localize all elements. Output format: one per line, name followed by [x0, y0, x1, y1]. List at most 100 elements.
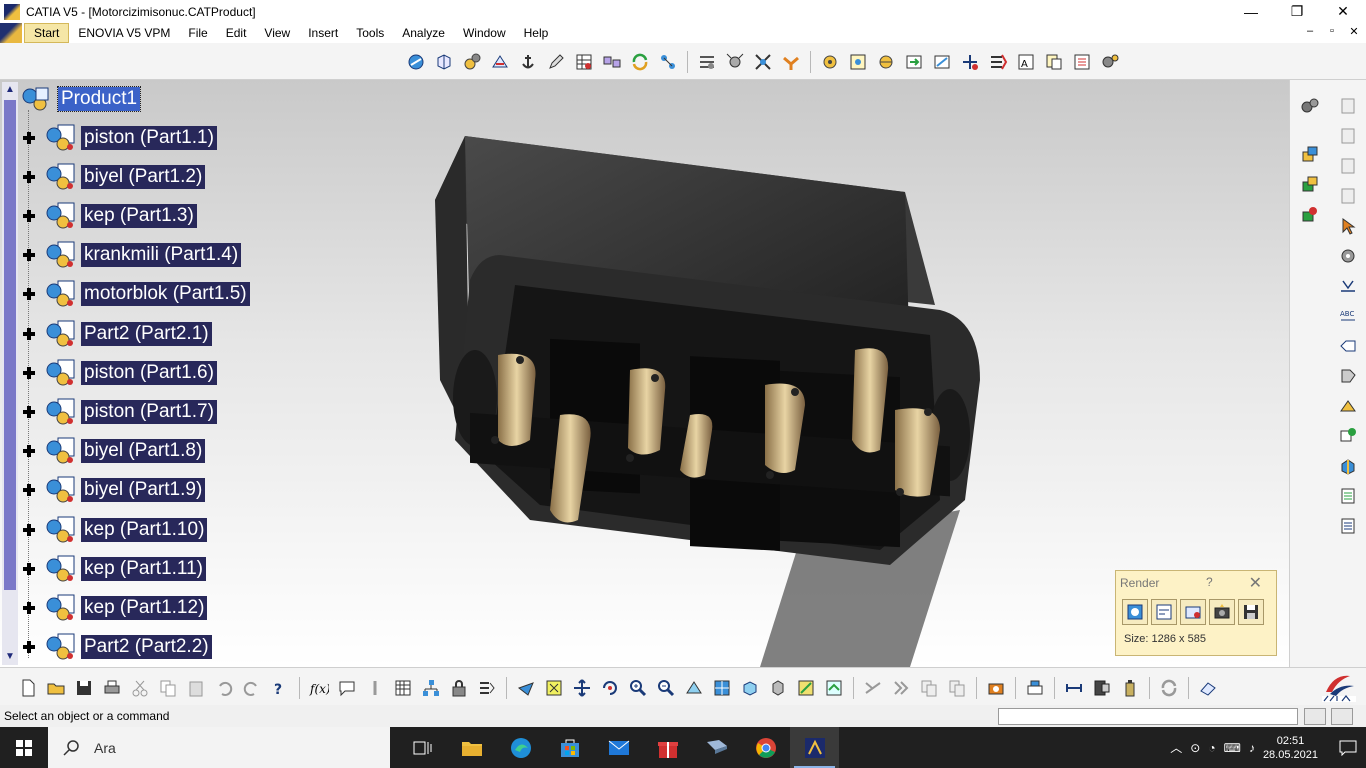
- tree-scrollbar[interactable]: ▲ ▼: [2, 82, 18, 665]
- network-icon[interactable]: [419, 676, 443, 700]
- text-annotation-icon[interactable]: ABC: [1336, 304, 1360, 328]
- tree-item-label[interactable]: piston (Part1.1): [81, 126, 217, 150]
- section-icon[interactable]: [1090, 676, 1114, 700]
- doc-stack-2-icon[interactable]: [1336, 124, 1360, 148]
- tree-item-label[interactable]: piston (Part1.7): [81, 400, 217, 424]
- new-component-icon[interactable]: [432, 50, 456, 74]
- scrollbar-thumb[interactable]: [4, 100, 16, 590]
- pencil-icon[interactable]: [544, 50, 568, 74]
- camera-icon[interactable]: [984, 676, 1008, 700]
- tree-item-label[interactable]: motorblok (Part1.5): [81, 282, 250, 306]
- fit-all-icon[interactable]: [542, 676, 566, 700]
- quick-constraint-icon[interactable]: [986, 50, 1010, 74]
- hide-show-icon[interactable]: [794, 676, 818, 700]
- notifications-icon[interactable]: [1330, 727, 1366, 768]
- menu-enovia[interactable]: ENOVIA V5 VPM: [69, 23, 179, 43]
- annotation-gear-icon[interactable]: [1336, 244, 1360, 268]
- menu-tools[interactable]: Tools: [347, 23, 393, 43]
- expand-plus-icon[interactable]: [22, 327, 36, 341]
- command-input[interactable]: [998, 708, 1298, 725]
- render-camera-view-icon[interactable]: [1180, 599, 1206, 625]
- tree-item-label[interactable]: kep (Part1.10): [81, 518, 208, 542]
- render-close-icon[interactable]: ✕: [1249, 573, 1262, 593]
- tree-item-part[interactable]: biyel (Part1.8): [22, 437, 206, 464]
- file-explorer-icon[interactable]: [447, 727, 496, 768]
- cut-icon[interactable]: [128, 676, 152, 700]
- expand-plus-icon[interactable]: [22, 248, 36, 262]
- clock[interactable]: 02:51 28.05.2021: [1263, 734, 1318, 762]
- publish-icon[interactable]: [475, 676, 499, 700]
- tree-item-label[interactable]: Part2 (Part2.1): [81, 322, 212, 346]
- tree-item-label[interactable]: kep (Part1.12): [81, 596, 208, 620]
- iso-view-icon[interactable]: [738, 676, 762, 700]
- eraser-icon[interactable]: [1196, 676, 1220, 700]
- angle-icon[interactable]: [930, 50, 954, 74]
- tree-item-part[interactable]: kep (Part1.11): [22, 555, 206, 582]
- tree-item-label[interactable]: piston (Part1.6): [81, 361, 217, 385]
- refresh-icon[interactable]: [628, 50, 652, 74]
- redo-icon[interactable]: [240, 676, 264, 700]
- edge-browser-icon[interactable]: [496, 727, 545, 768]
- menu-file[interactable]: File: [179, 23, 216, 43]
- expand-plus-icon[interactable]: [22, 483, 36, 497]
- dimension-icon[interactable]: [1336, 274, 1360, 298]
- tree-item-label[interactable]: Part2 (Part2.2): [81, 635, 212, 659]
- expand-plus-icon[interactable]: [22, 366, 36, 380]
- app-laptop-icon[interactable]: [692, 727, 741, 768]
- coincidence-icon[interactable]: [846, 50, 870, 74]
- multi-view-icon[interactable]: [710, 676, 734, 700]
- constraints-icon[interactable]: [656, 50, 680, 74]
- command-history-button[interactable]: [1304, 708, 1326, 725]
- gear-assembly-icon[interactable]: [460, 50, 484, 74]
- link-icon[interactable]: [363, 676, 387, 700]
- tag-icon[interactable]: [1336, 364, 1360, 388]
- tree-item-part[interactable]: piston (Part1.7): [22, 398, 217, 425]
- tree-item-label[interactable]: biyel (Part1.8): [81, 439, 206, 463]
- manipulation-icon[interactable]: [695, 50, 719, 74]
- doc-close-button[interactable]: ✕: [1346, 25, 1362, 38]
- update-icon[interactable]: [1157, 676, 1181, 700]
- scroll-up-arrow-icon[interactable]: ▲: [2, 82, 18, 98]
- smart-move-icon[interactable]: [779, 50, 803, 74]
- split-icon[interactable]: [861, 676, 885, 700]
- expand-plus-icon[interactable]: [22, 170, 36, 184]
- doc-stack-3-icon[interactable]: [1336, 154, 1360, 178]
- normal-view-icon[interactable]: [682, 676, 706, 700]
- table-grid-icon[interactable]: [391, 676, 415, 700]
- expand-plus-icon[interactable]: [22, 287, 36, 301]
- windows-start-button[interactable]: [0, 727, 48, 768]
- command-close-button[interactable]: [1331, 708, 1353, 725]
- print-icon[interactable]: [100, 676, 124, 700]
- scroll-down-arrow-icon[interactable]: ▼: [2, 649, 18, 665]
- multi-instantiate-icon[interactable]: [600, 50, 624, 74]
- task-view-icon[interactable]: [398, 727, 447, 768]
- zoom-in-icon[interactable]: [626, 676, 650, 700]
- tree-item-label[interactable]: biyel (Part1.9): [81, 478, 206, 502]
- tree-item-part[interactable]: kep (Part1.3): [22, 202, 197, 229]
- expand-plus-icon[interactable]: [22, 131, 36, 145]
- zoom-out-icon[interactable]: [654, 676, 678, 700]
- tree-item-part[interactable]: motorblok (Part1.5): [22, 280, 250, 307]
- render-shoot-icon[interactable]: [1209, 599, 1235, 625]
- rotate-icon[interactable]: [598, 676, 622, 700]
- change-constraint-icon[interactable]: [1042, 50, 1066, 74]
- tree-item-label[interactable]: kep (Part1.3): [81, 204, 197, 228]
- open-folder-icon[interactable]: [44, 676, 68, 700]
- wifi-icon[interactable]: ◔: [1208, 741, 1215, 755]
- doc-stack-icon[interactable]: [1336, 94, 1360, 118]
- menu-help[interactable]: Help: [515, 23, 558, 43]
- insert-part-icon[interactable]: [1298, 202, 1322, 226]
- doc-restore-button[interactable]: ▫: [1324, 25, 1340, 38]
- formula-icon[interactable]: f(x): [307, 676, 331, 700]
- render-output-icon[interactable]: [1151, 599, 1177, 625]
- expand-plus-icon[interactable]: [22, 562, 36, 576]
- replace-component-icon[interactable]: [488, 50, 512, 74]
- close-button[interactable]: ✕: [1320, 0, 1366, 23]
- paste-constraint-icon[interactable]: [945, 676, 969, 700]
- paste-icon[interactable]: [184, 676, 208, 700]
- tree-item-part[interactable]: Part2 (Part2.1): [22, 320, 212, 347]
- expand-plus-icon[interactable]: [22, 640, 36, 654]
- space-analysis-icon[interactable]: [1336, 424, 1360, 448]
- tree-item-part[interactable]: Part2 (Part2.2): [22, 633, 212, 660]
- explode-icon[interactable]: [723, 50, 747, 74]
